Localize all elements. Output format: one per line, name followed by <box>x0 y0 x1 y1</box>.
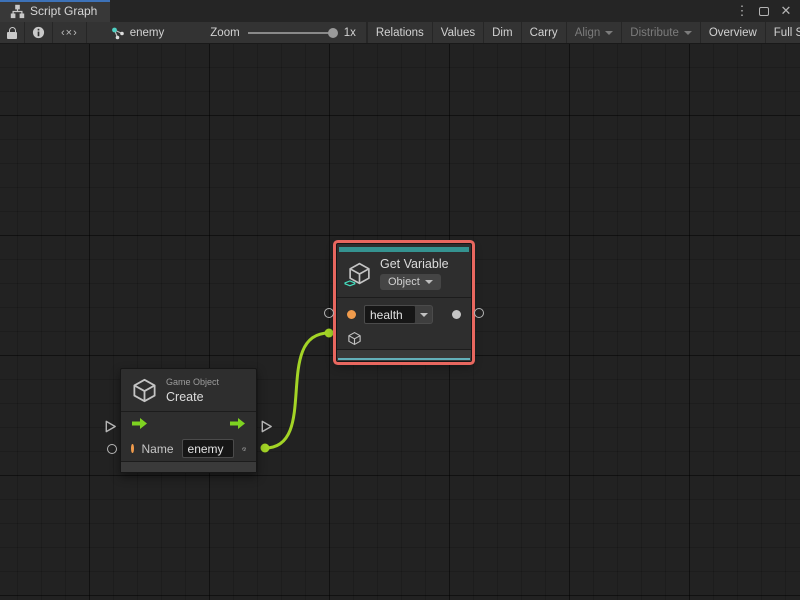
create-flow-row <box>121 412 256 436</box>
info-icon <box>32 26 45 39</box>
variable-name-external-port[interactable] <box>324 308 334 318</box>
variable-object-row <box>337 328 471 349</box>
lock-button[interactable] <box>0 22 25 43</box>
flow-output-arrow-icon[interactable] <box>229 417 246 430</box>
object-input-cube-icon[interactable] <box>347 331 362 346</box>
graph-canvas[interactable]: Game Object Create Name <box>0 44 800 600</box>
graph-icon <box>10 4 25 19</box>
variable-kind-icon: <> <box>344 278 355 290</box>
tab-title: Script Graph <box>30 4 97 18</box>
dropdown-arrow-icon <box>684 31 692 35</box>
align-button-label: Align <box>575 27 601 39</box>
relations-button[interactable]: Relations <box>368 22 433 43</box>
value-output-port[interactable] <box>452 310 461 319</box>
create-node-header[interactable]: Game Object Create <box>121 369 256 412</box>
zoom-label: Zoom <box>210 27 239 39</box>
code-view-button[interactable]: ‹×› <box>53 22 87 43</box>
flow-input-arrow-icon[interactable] <box>131 417 148 430</box>
get-variable-node-footer <box>337 349 471 361</box>
breadcrumb[interactable]: enemy <box>87 22 175 43</box>
zoom-control: Zoom 1x <box>174 22 367 43</box>
zoom-slider-knob[interactable] <box>328 28 338 38</box>
overview-button[interactable]: Overview <box>701 22 766 43</box>
lock-icon <box>7 27 17 39</box>
variable-name-input[interactable] <box>364 305 416 324</box>
distribute-button-label: Distribute <box>630 27 679 39</box>
create-name-row: Name <box>121 436 256 462</box>
toolbar: ‹×› enemy Zoom 1x Relations Values Dim C… <box>0 22 800 44</box>
create-node-footer <box>121 461 256 472</box>
wire-create-to-getvariable[interactable] <box>265 333 329 448</box>
create-node-category: Game Object <box>166 377 219 387</box>
flow-exit-port[interactable] <box>259 419 274 439</box>
name-label: Name <box>142 442 174 456</box>
titlebar: Script Graph ⋮ ✕ <box>0 0 800 22</box>
game-object-cube-icon <box>131 377 158 404</box>
wire-source-dot[interactable] <box>261 444 270 453</box>
breadcrumb-graph-name: enemy <box>130 27 165 39</box>
script-graph-window: Script Graph ⋮ ✕ ‹×› <box>0 0 800 600</box>
get-variable-node-header[interactable]: <> Get Variable Object <box>337 252 471 298</box>
get-variable-title: Get Variable <box>380 257 449 271</box>
align-button[interactable]: Align <box>567 22 623 43</box>
dropdown-arrow-icon <box>425 280 433 284</box>
zoom-slider[interactable] <box>248 32 336 34</box>
menu-icon[interactable]: ⋮ <box>734 3 750 19</box>
values-button[interactable]: Values <box>433 22 484 43</box>
window-controls: ⋮ ✕ <box>734 0 800 22</box>
distribute-button[interactable]: Distribute <box>622 22 701 43</box>
value-external-port[interactable] <box>474 308 484 318</box>
zoom-value: 1x <box>344 27 356 39</box>
tab-active-accent <box>0 0 110 2</box>
dropdown-arrow-icon <box>605 31 613 35</box>
flow-enter-port[interactable] <box>103 419 118 439</box>
name-external-port[interactable] <box>107 444 117 454</box>
wire-destination-dot[interactable] <box>325 329 334 338</box>
code-icon: ‹×› <box>61 27 78 39</box>
variable-name-port[interactable] <box>347 310 356 319</box>
maximize-icon[interactable] <box>756 3 772 19</box>
variable-scope-dropdown[interactable]: Object <box>380 274 441 290</box>
game-object-output-icon[interactable] <box>242 441 246 457</box>
variable-scope-value: Object <box>388 276 420 288</box>
node-get-variable[interactable]: <> Get Variable Object <box>336 243 472 362</box>
name-value-port[interactable] <box>131 444 134 453</box>
close-icon[interactable]: ✕ <box>778 3 794 19</box>
node-game-object-create[interactable]: Game Object Create Name <box>120 368 257 473</box>
name-input[interactable] <box>182 439 234 458</box>
graph-breadcrumb-icon <box>111 26 125 40</box>
toolbar-right-group: Relations Values Dim Carry Align Distrib… <box>367 22 800 43</box>
carry-button[interactable]: Carry <box>522 22 567 43</box>
variable-name-select-button[interactable] <box>415 305 433 324</box>
tab-script-graph[interactable]: Script Graph <box>0 0 110 22</box>
full-screen-button[interactable]: Full Screen <box>766 22 800 43</box>
dim-button[interactable]: Dim <box>484 22 521 43</box>
variable-name-row <box>337 302 471 328</box>
create-node-title: Create <box>166 390 219 404</box>
info-button[interactable] <box>25 22 53 43</box>
